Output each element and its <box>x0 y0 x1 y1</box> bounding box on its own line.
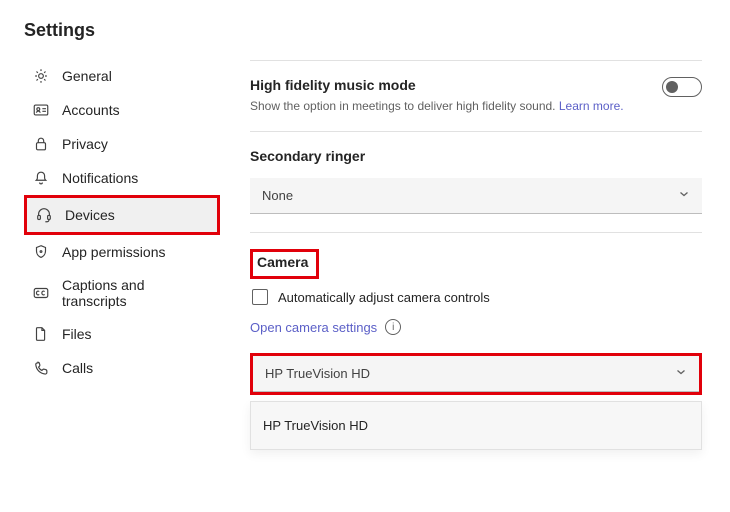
sidebar-item-files[interactable]: Files <box>24 317 220 351</box>
secondary-ringer-title: Secondary ringer <box>250 148 702 164</box>
music-mode-description: Show the option in meetings to deliver h… <box>250 99 624 113</box>
gear-icon <box>32 67 50 85</box>
sidebar-item-captions[interactable]: Captions and transcripts <box>24 269 220 317</box>
sidebar-item-devices-highlight: Devices <box>24 195 220 235</box>
settings-nav: General Accounts Privacy <box>24 59 220 385</box>
headset-icon <box>35 206 53 224</box>
camera-dropdown-panel: HP TrueVision HD <box>250 401 702 450</box>
camera-settings-row: Open camera settings i <box>250 319 702 335</box>
auto-adjust-checkbox[interactable] <box>252 289 268 305</box>
settings-sidebar: Settings General Accounts <box>0 0 230 512</box>
camera-select[interactable]: HP TrueVision HD <box>253 356 699 392</box>
file-icon <box>32 325 50 343</box>
sidebar-item-privacy[interactable]: Privacy <box>24 127 220 161</box>
camera-title: Camera <box>257 254 308 270</box>
sidebar-item-calls[interactable]: Calls <box>24 351 220 385</box>
lock-icon <box>32 135 50 153</box>
open-camera-settings-link[interactable]: Open camera settings <box>250 320 377 335</box>
camera-section: Camera Automatically adjust camera contr… <box>250 233 702 468</box>
chevron-down-icon <box>675 366 687 381</box>
info-icon[interactable]: i <box>385 319 401 335</box>
learn-more-link[interactable]: Learn more. <box>559 99 624 113</box>
bell-icon <box>32 169 50 187</box>
shield-icon <box>32 243 50 261</box>
sidebar-item-devices[interactable]: Devices <box>27 198 217 232</box>
camera-title-highlight: Camera <box>250 249 319 279</box>
sidebar-item-label: Accounts <box>62 102 120 118</box>
id-card-icon <box>32 101 50 119</box>
sidebar-item-label: Privacy <box>62 136 108 152</box>
sidebar-item-label: General <box>62 68 112 84</box>
secondary-ringer-section: Secondary ringer None <box>250 132 702 232</box>
sidebar-item-label: App permissions <box>62 244 166 260</box>
sidebar-item-label: Notifications <box>62 170 138 186</box>
music-mode-desc-text: Show the option in meetings to deliver h… <box>250 99 556 113</box>
chevron-down-icon <box>678 188 690 203</box>
music-mode-section: High fidelity music mode Show the option… <box>250 61 702 131</box>
secondary-ringer-select[interactable]: None <box>250 178 702 214</box>
music-mode-title: High fidelity music mode <box>250 77 624 93</box>
sidebar-item-general[interactable]: General <box>24 59 220 93</box>
camera-select-highlight: HP TrueVision HD <box>250 353 702 395</box>
captions-icon <box>32 284 50 302</box>
settings-main: High fidelity music mode Show the option… <box>230 0 730 512</box>
secondary-ringer-selected: None <box>262 188 293 203</box>
sidebar-item-label: Captions and transcripts <box>62 277 212 309</box>
camera-selected: HP TrueVision HD <box>265 366 370 381</box>
auto-adjust-label: Automatically adjust camera controls <box>278 290 490 305</box>
camera-option[interactable]: HP TrueVision HD <box>251 402 701 449</box>
sidebar-item-label: Files <box>62 326 92 342</box>
sidebar-item-app-permissions[interactable]: App permissions <box>24 235 220 269</box>
auto-adjust-row: Automatically adjust camera controls <box>250 289 702 305</box>
sidebar-item-accounts[interactable]: Accounts <box>24 93 220 127</box>
phone-icon <box>32 359 50 377</box>
sidebar-item-notifications[interactable]: Notifications <box>24 161 220 195</box>
page-title: Settings <box>24 20 220 41</box>
sidebar-item-label: Devices <box>65 207 115 223</box>
music-mode-toggle[interactable] <box>662 77 702 97</box>
sidebar-item-label: Calls <box>62 360 93 376</box>
